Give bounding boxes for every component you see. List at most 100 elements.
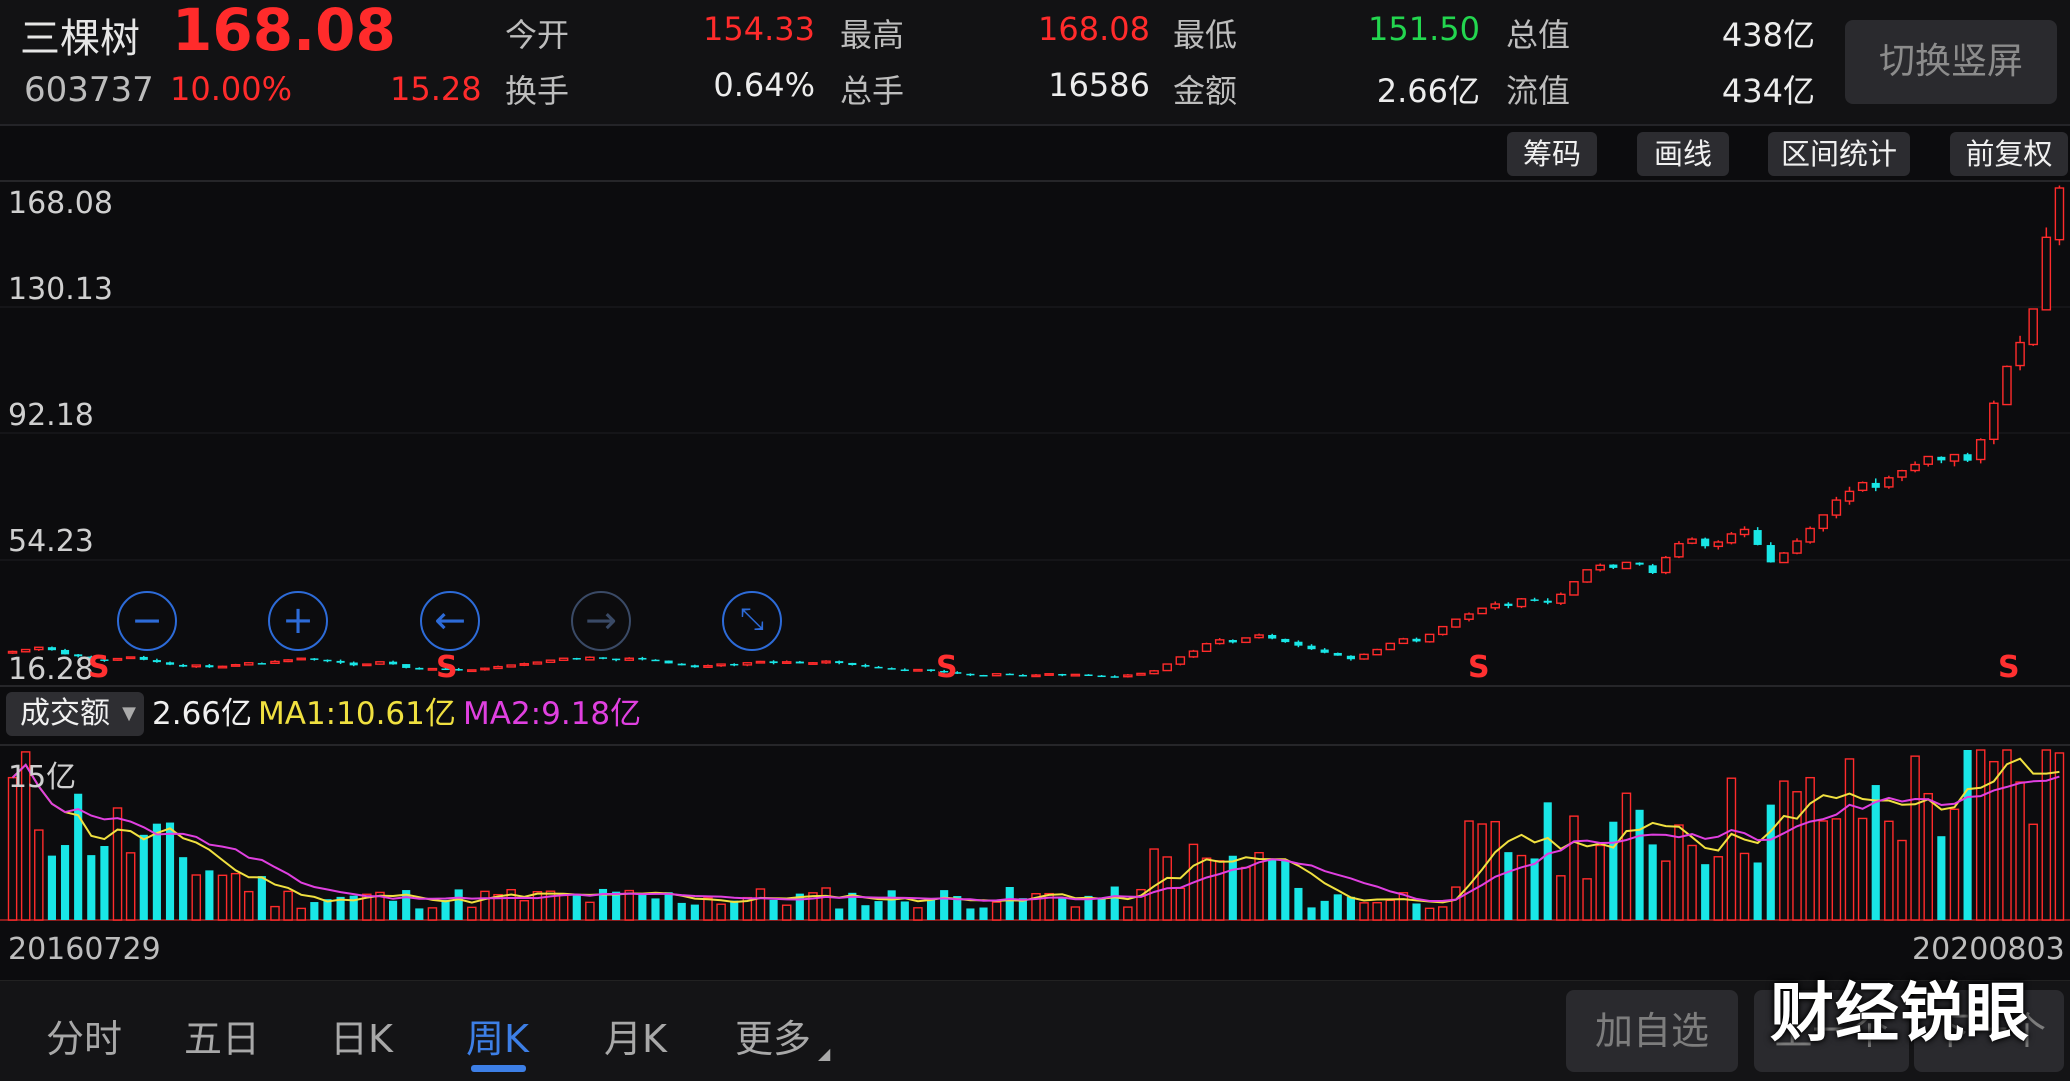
candle-body [1753, 530, 1762, 545]
volume-bar [519, 900, 530, 921]
tab-more[interactable]: 更多 [735, 1008, 811, 1063]
candle-body [1530, 599, 1539, 601]
candle-body [532, 661, 543, 665]
zoom-in-icon[interactable]: + [268, 591, 328, 651]
volume-bar [874, 901, 883, 920]
change-percent: 10.00% [170, 70, 293, 108]
ma1-line [11, 757, 2060, 904]
candle-body [1490, 603, 1501, 609]
candle-body [1635, 562, 1644, 565]
volume-bar [716, 903, 726, 921]
candle-body [1739, 528, 1750, 536]
candle-body [243, 662, 254, 666]
volume-bar [913, 907, 923, 921]
draw-line-button[interactable]: 画线 [1637, 132, 1729, 176]
volume-bar [1241, 866, 1251, 921]
range-stats-button[interactable]: 区间统计 [1768, 132, 1910, 176]
volume-bar [835, 908, 844, 920]
total-value: 438亿 [1721, 16, 1815, 54]
float-value-label: 流值 [1506, 72, 1571, 110]
candle-body [664, 660, 673, 664]
candle-body [217, 665, 228, 669]
volume-bar [257, 876, 266, 920]
candle-body [1268, 634, 1277, 639]
volume-bar [585, 901, 595, 921]
volume-bar [1635, 809, 1644, 920]
tab-monthly-k[interactable]: 月K [604, 1008, 667, 1063]
volume-bar [940, 890, 949, 920]
volume-bar [205, 870, 214, 920]
volume-bar [47, 855, 56, 920]
candle-body [2002, 365, 2012, 406]
volume-bar [165, 822, 175, 920]
candle-body [1621, 561, 1632, 570]
candle-body [1595, 564, 1605, 571]
volume-bar [1556, 875, 1566, 921]
volume-bar [480, 890, 490, 921]
switch-portrait-button[interactable]: 切换竖屏 [1845, 20, 2057, 104]
high-value: 168.08 [1038, 10, 1150, 48]
volume-bar [1844, 758, 1855, 921]
scroll-right-icon[interactable]: → [571, 591, 631, 651]
volume-bar [1989, 760, 1999, 921]
volume-bar [7, 776, 18, 921]
volume-value: 16586 [1048, 66, 1150, 104]
volume-axis-label: 15亿 [8, 760, 77, 795]
volume-bar [310, 902, 319, 920]
scroll-left-icon[interactable]: ← [420, 591, 480, 651]
candle-body [1424, 633, 1435, 643]
candle-body [2054, 187, 2065, 241]
candle-body [1937, 456, 1946, 461]
tab-five-day[interactable]: 五日 [184, 1008, 260, 1063]
volume-bar [887, 890, 896, 920]
volume-bar [1385, 899, 1396, 921]
volume-bar [624, 889, 635, 921]
volume-bar [389, 900, 398, 920]
collapse-icon[interactable]: ⤡ [722, 591, 782, 651]
candle-body [913, 668, 923, 672]
candle-body [1726, 533, 1737, 544]
volume-bar [651, 898, 660, 920]
candle-body [1241, 637, 1251, 644]
volume-indicator-select[interactable]: 成交额 ▼ [6, 692, 144, 736]
forward-adjust-button[interactable]: 前复权 [1950, 132, 2068, 176]
candle-body [558, 657, 569, 661]
volume-bar [1923, 792, 1933, 921]
candle-body [1857, 481, 1868, 492]
candle-body [991, 673, 1002, 677]
candle-body [125, 656, 136, 660]
volume-bar [152, 823, 161, 920]
price-tick-label: 168.08 [8, 186, 113, 221]
candle-body [900, 669, 909, 672]
candle-body [1569, 581, 1579, 596]
high-label: 最高 [840, 16, 905, 54]
volume-bar [1871, 785, 1880, 920]
volume-current-value: 2.66亿 [152, 696, 253, 732]
volume-bar [217, 874, 228, 921]
candle-body [1136, 672, 1146, 676]
tab-weekly-k[interactable]: 周K [466, 1008, 529, 1063]
tab-intraday[interactable]: 分时 [46, 1008, 122, 1063]
candle-body [47, 647, 56, 651]
start-date: 20160729 [8, 932, 161, 967]
candle-body [572, 658, 581, 660]
open-label: 今开 [505, 16, 570, 54]
tab-daily-k[interactable]: 日K [330, 1008, 393, 1063]
candle-body [2015, 341, 2025, 367]
candle-body [375, 661, 385, 665]
price-tick-label: 92.18 [8, 398, 94, 433]
zoom-out-icon[interactable]: − [117, 591, 177, 651]
low-value: 151.50 [1368, 10, 1480, 48]
volume-bar [60, 845, 70, 920]
candle-body [1792, 540, 1802, 554]
add-watchlist-button[interactable]: 加自选 [1566, 990, 1738, 1072]
candle-body [1871, 482, 1880, 488]
chips-button[interactable]: 筹码 [1507, 132, 1597, 176]
candle-body [861, 665, 870, 667]
volume-bar [1070, 906, 1081, 921]
candle-body [808, 662, 818, 665]
candle-body [152, 660, 161, 663]
volume-bar [2002, 749, 2012, 921]
volume-bar [1648, 844, 1657, 920]
volume-bar [1504, 852, 1513, 920]
